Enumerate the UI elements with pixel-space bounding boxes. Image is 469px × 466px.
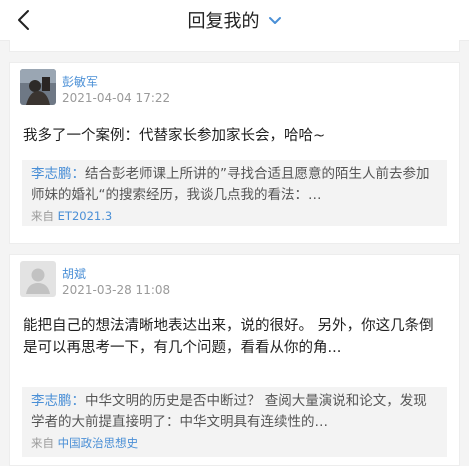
source-link[interactable]: 中国政治思想史 xyxy=(58,436,139,450)
quote-text: 李志鹏：中华文明的历史是否中断过？ 查阅大量演说和论文，发现学者的大前提直接明了… xyxy=(31,391,438,433)
top-bar: 回复我的 xyxy=(0,0,469,41)
title-dropdown[interactable]: 回复我的 xyxy=(0,0,469,40)
source-line: 来自 中国政治思想史 xyxy=(31,435,438,451)
quoted-post[interactable]: 李志鹏：中华文明的历史是否中断过？ 查阅大量演说和论文，发现学者的大前提直接明了… xyxy=(22,387,447,457)
author-name[interactable]: 胡斌 xyxy=(62,265,86,282)
source-link[interactable]: ET2021.3 xyxy=(58,209,113,223)
timestamp: 2021-04-04 17:22 xyxy=(62,91,171,105)
source-prefix: 来自 xyxy=(31,436,54,450)
reply-content: 能把自己的想法清晰地表达出来，说的很好。 另外，你这几条倒是可以再思考一下，有几… xyxy=(23,318,434,356)
quote-body: 中华文明的历史是否中断过？ 查阅大量演说和论文，发现学者的大前提直接明了：中华文… xyxy=(31,393,427,430)
page-title: 回复我的 xyxy=(187,11,260,32)
previous-reply-card xyxy=(9,40,460,52)
source-prefix: 来自 xyxy=(31,209,54,223)
avatar[interactable] xyxy=(20,261,56,297)
reply-card[interactable]: 胡斌 2021-03-28 11:08 能把自己的想法清晰地表达出来，说的很好。… xyxy=(9,254,460,466)
timestamp: 2021-03-28 11:08 xyxy=(62,283,171,297)
quote-author[interactable]: 李志鹏： xyxy=(31,393,85,409)
author-name[interactable]: 彭敏军 xyxy=(62,73,98,90)
quote-text: 李志鹏：结合彭老师课上所讲的”寻找合适且愿意的陌生人前去参加师妹的婚礼“的搜索经… xyxy=(31,164,438,206)
source-line: 来自 ET2021.3 xyxy=(31,208,438,224)
reply-card[interactable]: 彭敏军 2021-04-04 17:22 我多了一个案例：代替家长参加家长会，哈… xyxy=(9,62,460,244)
quoted-post[interactable]: 李志鹏：结合彭老师课上所讲的”寻找合适且愿意的陌生人前去参加师妹的婚礼“的搜索经… xyxy=(22,160,447,226)
avatar[interactable] xyxy=(20,69,56,105)
reply-content: 我多了一个案例：代替家长参加家长会，哈哈~ xyxy=(23,128,326,144)
chevron-down-icon xyxy=(268,17,281,24)
quote-author[interactable]: 李志鹏： xyxy=(31,166,85,182)
quote-body: 结合彭老师课上所讲的”寻找合适且愿意的陌生人前去参加师妹的婚礼“的搜索经历，我谈… xyxy=(31,166,430,203)
